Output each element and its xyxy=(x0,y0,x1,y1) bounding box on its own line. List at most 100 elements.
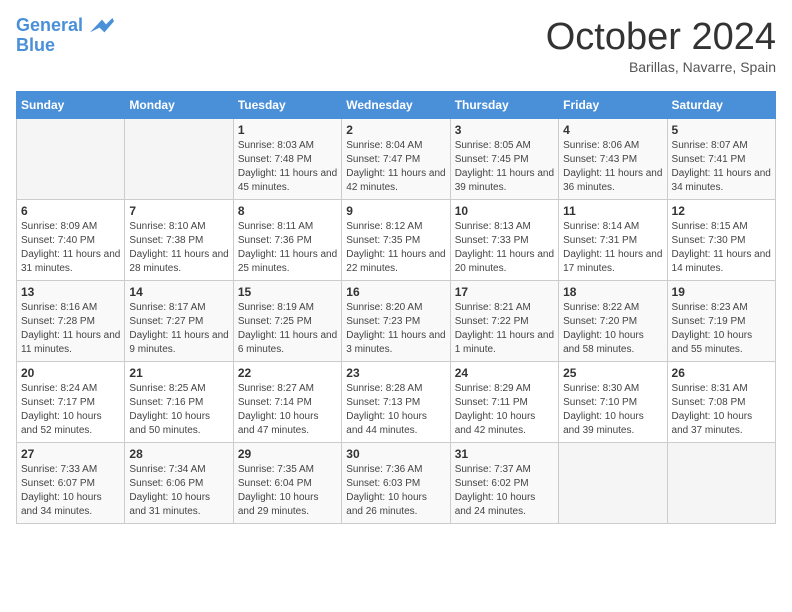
calendar-cell xyxy=(667,443,775,524)
day-info: Sunrise: 8:16 AM Sunset: 7:28 PM Dayligh… xyxy=(21,301,120,357)
day-info: Sunrise: 8:14 AM Sunset: 7:31 PM Dayligh… xyxy=(563,220,662,276)
calendar-cell: 1 Sunrise: 8:03 AM Sunset: 7:48 PM Daylig… xyxy=(233,119,341,200)
day-number: 9 xyxy=(346,204,445,218)
day-number: 16 xyxy=(346,285,445,299)
col-thursday: Thursday xyxy=(450,92,558,119)
calendar-cell: 5 Sunrise: 8:07 AM Sunset: 7:41 PM Daylig… xyxy=(667,119,775,200)
day-info: Sunrise: 8:03 AM Sunset: 7:48 PM Dayligh… xyxy=(238,139,337,195)
calendar-cell: 15Sunrise: 8:19 AM Sunset: 7:25 PM Dayli… xyxy=(233,281,341,362)
calendar-cell xyxy=(559,443,667,524)
day-number: 13 xyxy=(21,285,120,299)
day-number: 21 xyxy=(129,366,228,380)
day-info: Sunrise: 8:07 AM Sunset: 7:41 PM Dayligh… xyxy=(672,139,771,195)
calendar-week-3: 13 Sunrise: 8:16 AM Sunset: 7:28 PM Dayli… xyxy=(17,281,776,362)
calendar-cell: 25 Sunrise: 8:30 AM Sunset: 7:10 PM Dayli… xyxy=(559,362,667,443)
calendar-cell: 23 Sunrise: 8:28 AM Sunset: 7:13 PM Dayli… xyxy=(342,362,450,443)
location-subtitle: Barillas, Navarre, Spain xyxy=(546,59,776,75)
day-number: 25 xyxy=(563,366,662,380)
calendar-cell: 12 Sunrise: 8:15 AM Sunset: 7:30 PM Dayli… xyxy=(667,200,775,281)
day-info: Sunrise: 7:35 AM Sunset: 6:04 PM Dayligh… xyxy=(238,463,337,519)
logo-line2: Blue xyxy=(16,36,114,56)
day-number: 29 xyxy=(238,447,337,461)
day-info: Sunrise: 8:12 AM Sunset: 7:35 PM Dayligh… xyxy=(346,220,445,276)
col-friday: Friday xyxy=(559,92,667,119)
day-info: Sunrise: 8:06 AM Sunset: 7:43 PM Dayligh… xyxy=(563,139,662,195)
day-info: Sunrise: 8:31 AM Sunset: 7:08 PM Dayligh… xyxy=(672,382,771,438)
day-number: 31 xyxy=(455,447,554,461)
calendar-body: 1 Sunrise: 8:03 AM Sunset: 7:48 PM Daylig… xyxy=(17,119,776,524)
calendar-week-4: 20 Sunrise: 8:24 AM Sunset: 7:17 PM Dayli… xyxy=(17,362,776,443)
day-number: 2 xyxy=(346,123,445,137)
logo-line1: General xyxy=(16,15,83,35)
calendar-cell: 10 Sunrise: 8:13 AM Sunset: 7:33 PM Dayli… xyxy=(450,200,558,281)
calendar-cell: 27Sunrise: 7:33 AM Sunset: 6:07 PM Dayli… xyxy=(17,443,125,524)
day-number: 28 xyxy=(129,447,228,461)
logo-text: General xyxy=(16,16,114,36)
calendar-cell: 3 Sunrise: 8:05 AM Sunset: 7:45 PM Daylig… xyxy=(450,119,558,200)
day-number: 14 xyxy=(129,285,228,299)
day-number: 1 xyxy=(238,123,337,137)
calendar-cell: 13 Sunrise: 8:16 AM Sunset: 7:28 PM Dayli… xyxy=(17,281,125,362)
day-info: Sunrise: 8:30 AM Sunset: 7:10 PM Dayligh… xyxy=(563,382,662,438)
calendar-week-1: 1 Sunrise: 8:03 AM Sunset: 7:48 PM Daylig… xyxy=(17,119,776,200)
day-number: 10 xyxy=(455,204,554,218)
col-wednesday: Wednesday xyxy=(342,92,450,119)
day-number: 27 xyxy=(21,447,120,461)
logo: General Blue xyxy=(16,16,114,56)
day-number: 8 xyxy=(238,204,337,218)
day-number: 20 xyxy=(21,366,120,380)
day-info: Sunrise: 8:29 AM Sunset: 7:11 PM Dayligh… xyxy=(455,382,554,438)
day-number: 18 xyxy=(563,285,662,299)
calendar-cell: 19Sunrise: 8:23 AM Sunset: 7:19 PM Dayli… xyxy=(667,281,775,362)
calendar-cell xyxy=(125,119,233,200)
day-info: Sunrise: 8:23 AM Sunset: 7:19 PM Dayligh… xyxy=(672,301,771,357)
logo-bird-icon xyxy=(90,16,114,36)
calendar-cell: 9 Sunrise: 8:12 AM Sunset: 7:35 PM Daylig… xyxy=(342,200,450,281)
calendar-cell: 28Sunrise: 7:34 AM Sunset: 6:06 PM Dayli… xyxy=(125,443,233,524)
day-info: Sunrise: 8:22 AM Sunset: 7:20 PM Dayligh… xyxy=(563,301,662,357)
day-info: Sunrise: 7:37 AM Sunset: 6:02 PM Dayligh… xyxy=(455,463,554,519)
calendar-cell: 29 Sunrise: 7:35 AM Sunset: 6:04 PM Dayli… xyxy=(233,443,341,524)
day-number: 26 xyxy=(672,366,771,380)
day-info: Sunrise: 8:24 AM Sunset: 7:17 PM Dayligh… xyxy=(21,382,120,438)
day-info: Sunrise: 8:28 AM Sunset: 7:13 PM Dayligh… xyxy=(346,382,445,438)
day-number: 11 xyxy=(563,204,662,218)
day-info: Sunrise: 8:27 AM Sunset: 7:14 PM Dayligh… xyxy=(238,382,337,438)
day-number: 3 xyxy=(455,123,554,137)
page-header: General Blue October 2024 Barillas, Nava… xyxy=(16,16,776,75)
day-info: Sunrise: 8:13 AM Sunset: 7:33 PM Dayligh… xyxy=(455,220,554,276)
day-number: 17 xyxy=(455,285,554,299)
calendar-cell: 6Sunrise: 8:09 AM Sunset: 7:40 PM Daylig… xyxy=(17,200,125,281)
calendar-cell xyxy=(17,119,125,200)
day-number: 4 xyxy=(563,123,662,137)
day-info: Sunrise: 8:21 AM Sunset: 7:22 PM Dayligh… xyxy=(455,301,554,357)
calendar-cell: 7 Sunrise: 8:10 AM Sunset: 7:38 PM Daylig… xyxy=(125,200,233,281)
title-block: October 2024 Barillas, Navarre, Spain xyxy=(546,16,776,75)
day-number: 7 xyxy=(129,204,228,218)
day-number: 6 xyxy=(21,204,120,218)
day-info: Sunrise: 8:10 AM Sunset: 7:38 PM Dayligh… xyxy=(129,220,228,276)
day-info: Sunrise: 8:11 AM Sunset: 7:36 PM Dayligh… xyxy=(238,220,337,276)
day-info: Sunrise: 8:17 AM Sunset: 7:27 PM Dayligh… xyxy=(129,301,228,357)
day-number: 5 xyxy=(672,123,771,137)
col-tuesday: Tuesday xyxy=(233,92,341,119)
calendar-cell: 24 Sunrise: 8:29 AM Sunset: 7:11 PM Dayli… xyxy=(450,362,558,443)
calendar-cell: 20 Sunrise: 8:24 AM Sunset: 7:17 PM Dayli… xyxy=(17,362,125,443)
calendar-cell: 18 Sunrise: 8:22 AM Sunset: 7:20 PM Dayli… xyxy=(559,281,667,362)
day-number: 22 xyxy=(238,366,337,380)
calendar-cell: 14 Sunrise: 8:17 AM Sunset: 7:27 PM Dayli… xyxy=(125,281,233,362)
day-info: Sunrise: 8:05 AM Sunset: 7:45 PM Dayligh… xyxy=(455,139,554,195)
calendar-week-5: 27Sunrise: 7:33 AM Sunset: 6:07 PM Dayli… xyxy=(17,443,776,524)
calendar-cell: 2Sunrise: 8:04 AM Sunset: 7:47 PM Daylig… xyxy=(342,119,450,200)
calendar-table: Sunday Monday Tuesday Wednesday Thursday… xyxy=(16,91,776,524)
calendar-header: Sunday Monday Tuesday Wednesday Thursday… xyxy=(17,92,776,119)
day-info: Sunrise: 8:15 AM Sunset: 7:30 PM Dayligh… xyxy=(672,220,771,276)
day-info: Sunrise: 8:19 AM Sunset: 7:25 PM Dayligh… xyxy=(238,301,337,357)
header-row: Sunday Monday Tuesday Wednesday Thursday… xyxy=(17,92,776,119)
calendar-cell: 26 Sunrise: 8:31 AM Sunset: 7:08 PM Dayli… xyxy=(667,362,775,443)
day-number: 12 xyxy=(672,204,771,218)
calendar-cell: 22 Sunrise: 8:27 AM Sunset: 7:14 PM Dayli… xyxy=(233,362,341,443)
day-number: 23 xyxy=(346,366,445,380)
col-saturday: Saturday xyxy=(667,92,775,119)
day-number: 24 xyxy=(455,366,554,380)
